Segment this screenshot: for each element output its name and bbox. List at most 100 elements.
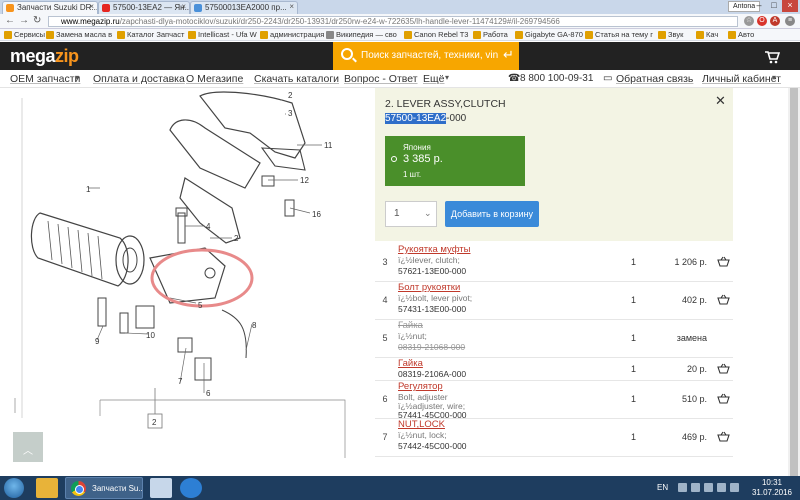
tray-power-icon[interactable]	[730, 483, 739, 492]
bookmark-icon	[117, 31, 125, 39]
chevron-down-icon[interactable]: ▾	[772, 73, 776, 82]
minimize-icon[interactable]: –	[752, 0, 766, 12]
callout-label: 1	[86, 185, 91, 194]
personal-cabinet-link[interactable]: Личный кабинет	[702, 73, 781, 85]
close-window-icon[interactable]: ×	[782, 0, 798, 12]
close-tab-icon[interactable]: ×	[89, 2, 94, 11]
cart-icon[interactable]	[717, 431, 730, 443]
star-icon[interactable]: ☆	[744, 16, 754, 26]
menu-payment-delivery[interactable]: Оплата и доставка	[93, 73, 185, 85]
search-input[interactable]: Поиск запчастей, техники, vin	[361, 50, 498, 61]
page-scrollbar[interactable]	[788, 88, 800, 476]
offer-radio[interactable]	[391, 156, 397, 162]
offer-quantity: 1 шт.	[403, 170, 422, 179]
part-name-link[interactable]: Болт рукоятки	[398, 282, 460, 293]
browser-tab-megazip[interactable]: Запчасти Suzuki DR... ×	[2, 1, 98, 14]
table-row: Гайка 08319-2106A-000 1 20 р.	[375, 358, 733, 381]
bookmark-item[interactable]: Кач	[696, 30, 718, 39]
close-icon[interactable]: ✕	[715, 93, 726, 109]
bookmark-item[interactable]: Замена масла в	[46, 30, 112, 39]
url-host: www.megazip.ru	[61, 17, 120, 26]
cart-icon[interactable]	[764, 48, 780, 64]
folder-icon	[696, 31, 704, 39]
search-submit-icon[interactable]: ↵	[503, 47, 514, 63]
tray-flag-icon[interactable]	[717, 483, 726, 492]
table-row: 3 Рукоятка муфты ï¿½lever, clutch; 57621…	[375, 244, 733, 282]
add-to-cart-button[interactable]: Добавить в корзину	[445, 201, 539, 227]
bookmark-item[interactable]: Работа	[473, 30, 508, 39]
cart-icon[interactable]	[717, 393, 730, 405]
bookmark-item[interactable]: Каталог Запчаст	[117, 30, 184, 39]
apps-icon	[4, 31, 12, 39]
main-menu: ОЕМ запчасти ▾ Оплата и доставка О Мегаз…	[0, 70, 800, 88]
table-row: 7 NUT,LOCK ï¿½nut, lock; 57442-45C00-000…	[375, 419, 733, 457]
callout-label: 7	[178, 377, 183, 386]
close-tab-icon[interactable]: ×	[181, 2, 186, 11]
cart-icon[interactable]	[717, 256, 730, 268]
back-to-top-button[interactable]: ︿	[13, 432, 43, 462]
offer-price: 3 385 р.	[403, 153, 443, 165]
maximize-icon[interactable]: □	[767, 0, 781, 12]
tray-volume-icon[interactable]	[704, 483, 713, 492]
bookmark-item[interactable]: Intellicast - Ufa W	[188, 30, 257, 39]
bookmark-item[interactable]: Сервисы	[4, 30, 45, 39]
explorer-icon[interactable]	[36, 478, 58, 498]
bookmark-icon	[260, 31, 268, 39]
adblock-icon[interactable]: A	[770, 16, 780, 26]
page-favicon-icon	[194, 4, 202, 12]
bookmark-item[interactable]: Gigabyte GA-870	[515, 30, 583, 39]
menu-faq[interactable]: Вопрос - Ответ	[344, 73, 418, 85]
bookmark-item[interactable]: Звук	[658, 30, 683, 39]
opera-icon[interactable]: O	[757, 16, 767, 26]
internet-explorer-icon[interactable]	[180, 478, 202, 498]
menu-oem-parts[interactable]: ОЕМ запчасти	[10, 73, 80, 85]
wikipedia-icon	[326, 31, 334, 39]
clock[interactable]: 10:31 31.07.2016	[748, 478, 796, 498]
menu-about[interactable]: О Мегазипе	[186, 73, 243, 85]
part-name-link[interactable]: NUT,LOCK	[398, 419, 445, 430]
forward-arrow-icon[interactable]: →	[19, 15, 29, 26]
window-app-icon[interactable]	[150, 478, 172, 498]
megazip-logo[interactable]: megazip	[10, 46, 79, 67]
part-name-link[interactable]: Рукоятка муфты	[398, 244, 470, 255]
phone-number[interactable]: 8 800 100-09-31	[520, 73, 593, 84]
bookmark-item[interactable]: Canon Rebel T3	[404, 30, 468, 39]
search-box[interactable]: Поиск запчастей, техники, vin ↵	[333, 42, 519, 70]
taskbar-chrome-window[interactable]: Запчасти Su...	[65, 477, 143, 499]
start-button[interactable]	[4, 478, 24, 498]
feedback-link[interactable]: Обратная связь	[616, 73, 693, 85]
menu-more[interactable]: Ещё	[423, 73, 444, 85]
browser-tab-yandex[interactable]: 57500-13EA2 — Ян... ×	[98, 1, 190, 14]
bookmark-item[interactable]: Статья на тему г	[585, 30, 653, 39]
close-tab-icon[interactable]: ×	[289, 2, 294, 11]
diagram-drawing: 1 2 3 4 5 6 7 8 9 10 11 12 16 2 2	[14, 91, 346, 458]
url-field[interactable]: www.megazip.ru/zapchasti-dlya-motociklov…	[48, 16, 738, 27]
browser-tab-search[interactable]: 57500013EA2000 пр... ×	[190, 1, 298, 14]
chrome-icon	[71, 481, 86, 496]
phone-icon: ☎	[508, 73, 521, 84]
scrollbar-thumb[interactable]	[790, 88, 798, 476]
bookmark-item[interactable]: администрация	[260, 30, 324, 39]
callout-label: 3	[288, 109, 293, 118]
part-name-link[interactable]: Регулятор	[398, 381, 443, 392]
part-name-link[interactable]: Гайка	[398, 320, 423, 331]
url-path: /zapchasti-dlya-motociklov/suzuki/dr250-…	[119, 17, 560, 26]
back-arrow-icon[interactable]: ←	[5, 15, 15, 26]
chevron-down-icon[interactable]: ▾	[75, 73, 79, 82]
bookmark-icon	[404, 31, 412, 39]
reload-icon[interactable]: ↻	[33, 15, 41, 26]
cart-icon[interactable]	[717, 363, 730, 375]
language-indicator[interactable]: EN	[657, 483, 668, 492]
offer-card[interactable]: Япония 3 385 р. 1 шт.	[385, 136, 525, 186]
chevron-down-icon[interactable]: ▾	[445, 73, 449, 82]
part-name-link[interactable]: Гайка	[398, 358, 423, 369]
menu-icon[interactable]: ≡	[785, 16, 795, 26]
menu-download-catalogs[interactable]: Скачать каталоги	[254, 73, 339, 85]
bookmark-icon	[188, 31, 196, 39]
bookmark-item[interactable]: Википедия — сво	[326, 30, 397, 39]
tray-app-icon[interactable]	[678, 483, 687, 492]
bookmark-item[interactable]: Авто	[728, 30, 754, 39]
quantity-select[interactable]: 1 ⌄	[385, 201, 437, 227]
cart-icon[interactable]	[717, 294, 730, 306]
tray-network-icon[interactable]	[691, 483, 700, 492]
